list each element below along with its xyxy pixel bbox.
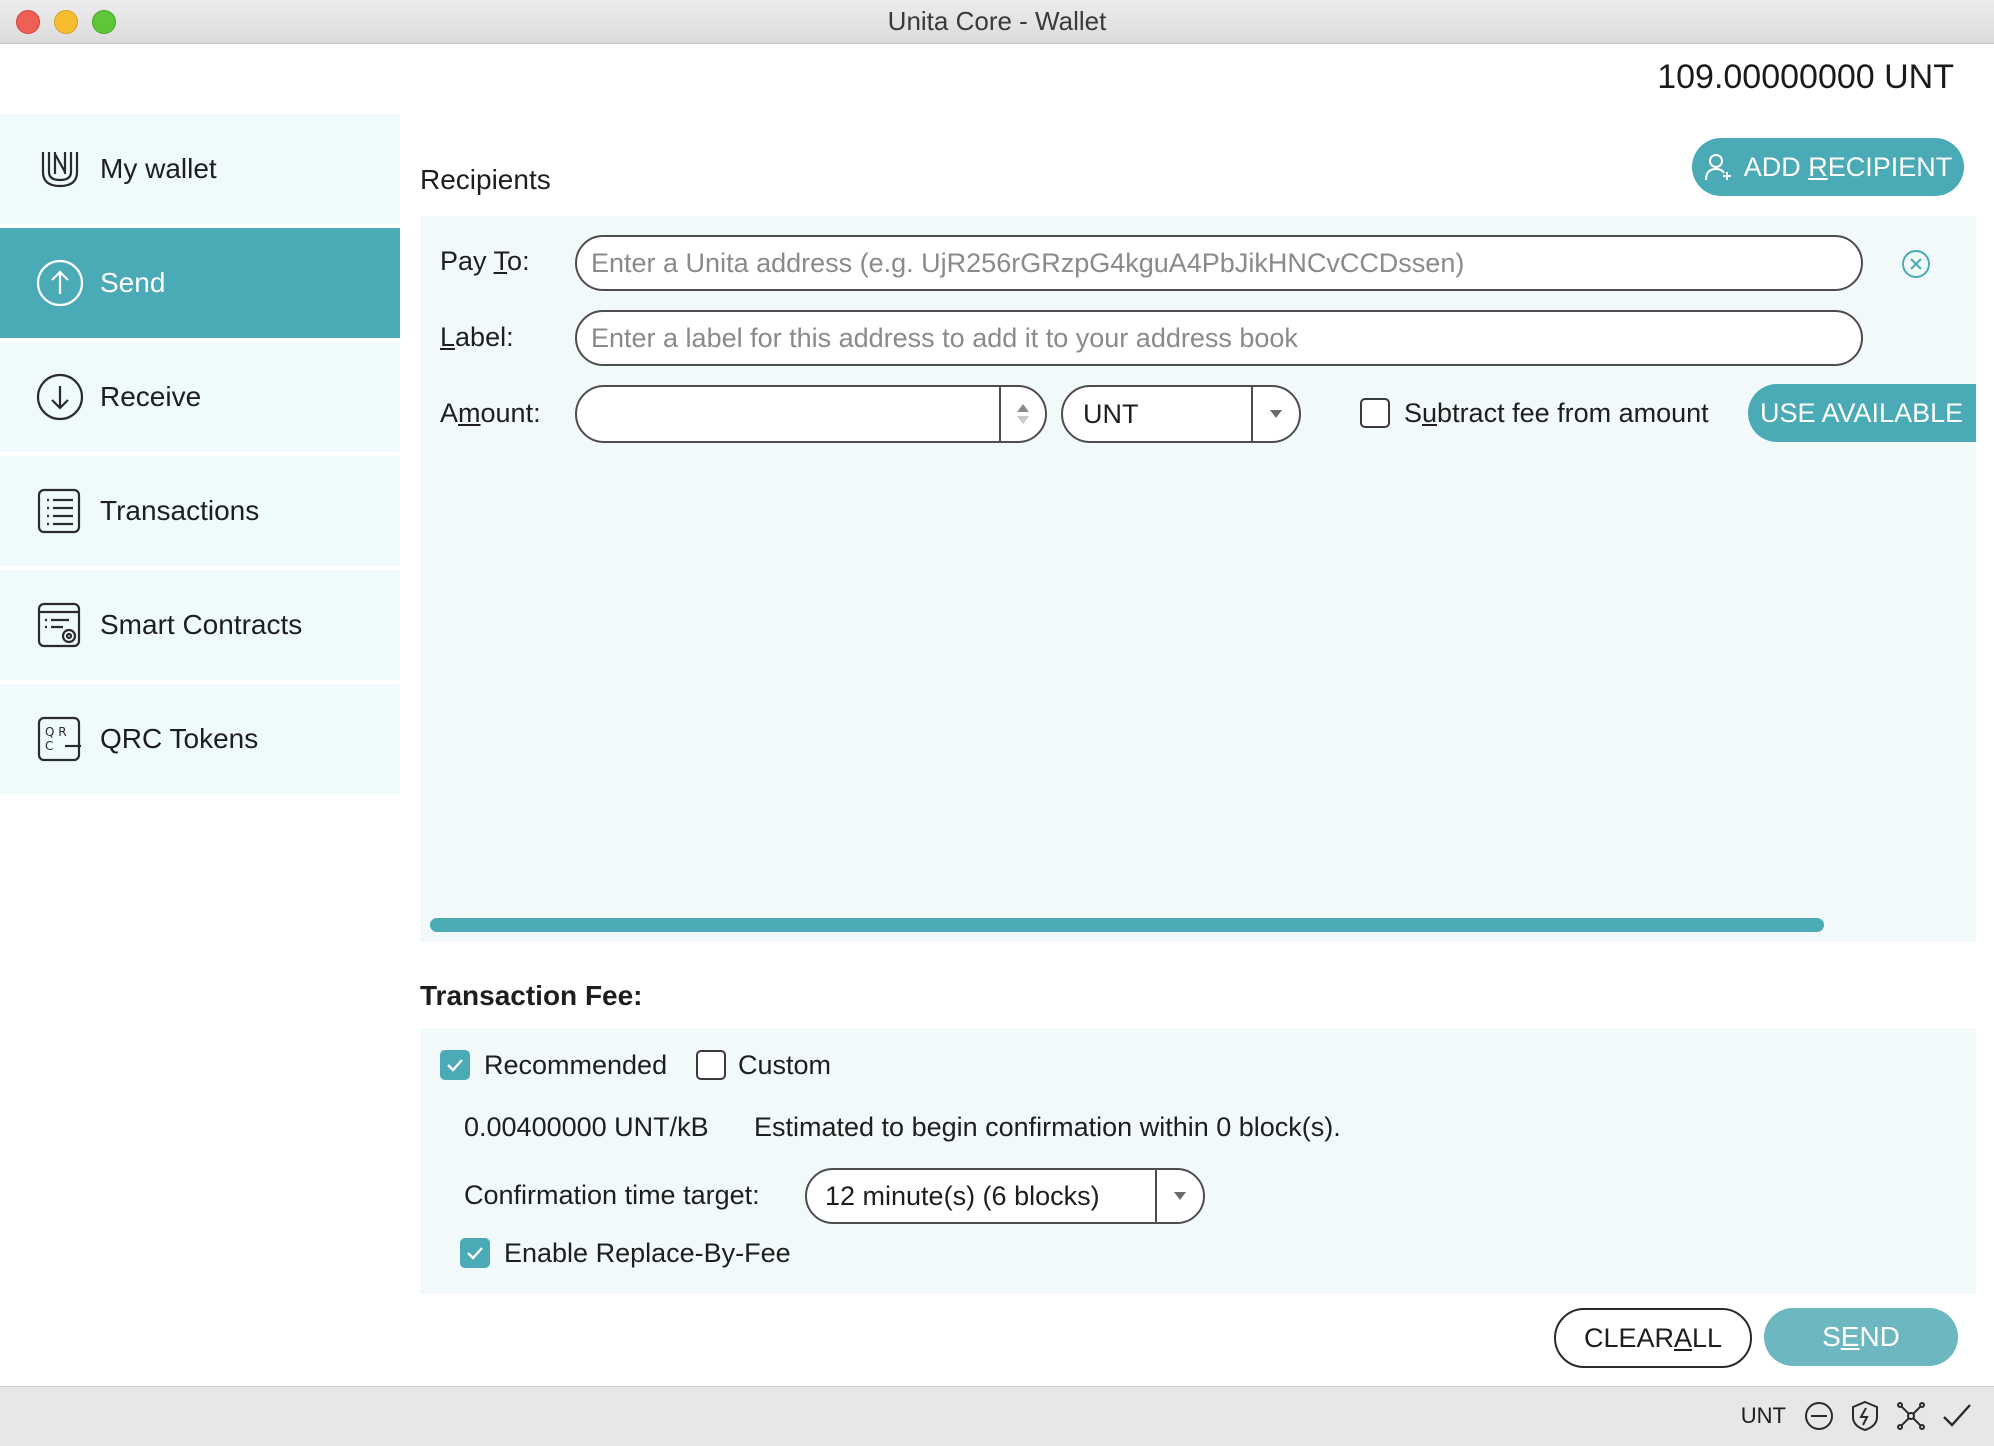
fee-rate: 0.00400000 UNT/kB xyxy=(464,1112,709,1142)
recipient-entry-panel: Pay To: Label: Amount: UNT Subtract fee … xyxy=(420,216,1976,942)
transactions-list-icon xyxy=(34,485,86,537)
status-unit[interactable]: UNT xyxy=(1741,1403,1786,1429)
unit-select-value: UNT xyxy=(1083,398,1139,429)
amount-stepper[interactable] xyxy=(999,387,1045,441)
sidebar-item-label: Smart Contracts xyxy=(100,609,303,640)
sidebar-item-label: Receive xyxy=(100,381,202,412)
qrc-token-icon: Q R C xyxy=(34,713,86,765)
recipients-heading: Recipients xyxy=(420,164,551,195)
confirmation-target-label: Confirmation time target: xyxy=(464,1180,760,1210)
amount-input[interactable] xyxy=(577,387,987,441)
close-circle-icon xyxy=(1902,250,1930,278)
add-user-icon xyxy=(1704,154,1731,181)
transaction-fee-heading: Transaction Fee: xyxy=(420,980,643,1011)
close-window-button[interactable] xyxy=(16,10,40,34)
custom-fee-label: Custom xyxy=(738,1050,832,1080)
sidebar: My wallet Send Receive Transactions Smar… xyxy=(0,114,400,798)
pay-to-label: Pay To: xyxy=(440,246,530,276)
checkmark-icon xyxy=(467,1247,483,1260)
sidebar-item-receive[interactable]: Receive xyxy=(0,342,400,452)
svg-text:Q R: Q R xyxy=(45,725,67,739)
replace-by-fee-checkbox[interactable] xyxy=(460,1238,490,1268)
amount-field xyxy=(575,385,1047,443)
dropdown-arrow-icon xyxy=(1251,387,1299,441)
status-bar: UNT xyxy=(0,1386,1994,1446)
confirmation-target-value: 12 minute(s) (6 blocks) xyxy=(825,1180,1100,1211)
smart-contract-icon xyxy=(34,599,86,651)
subtract-fee-label: Subtract fee from amount xyxy=(1404,398,1709,428)
sidebar-item-my-wallet[interactable]: My wallet xyxy=(0,114,400,224)
increment-arrow-icon[interactable] xyxy=(1017,404,1029,412)
replace-by-fee-label: Enable Replace-By-Fee xyxy=(504,1238,791,1268)
status-icons: UNT xyxy=(1741,1399,1974,1433)
send-button[interactable]: S E ND xyxy=(1764,1308,1958,1366)
pay-to-address-input[interactable] xyxy=(575,235,1863,291)
transaction-fee-panel: Recommended Custom 0.00400000 UNT/kB Est… xyxy=(420,1028,1976,1294)
network-icon[interactable] xyxy=(1894,1399,1928,1433)
minimize-window-button[interactable] xyxy=(54,10,78,34)
custom-fee-checkbox[interactable] xyxy=(696,1050,726,1080)
wallet-window: Unita Core - Wallet 109.00000000 UNT My … xyxy=(0,0,1994,1446)
recommended-fee-checkbox[interactable] xyxy=(440,1050,470,1080)
receive-arrow-icon xyxy=(34,371,86,423)
horizontal-scrollbar[interactable] xyxy=(430,918,1824,932)
maximize-window-button[interactable] xyxy=(92,10,116,34)
staking-status-icon xyxy=(1805,1402,1833,1430)
shield-icon xyxy=(1852,1400,1878,1432)
unit-select[interactable]: UNT xyxy=(1061,385,1301,443)
sidebar-item-label: My wallet xyxy=(100,153,217,184)
subtract-fee-checkbox[interactable] xyxy=(1360,398,1390,428)
use-available-button[interactable]: USE AVAILABLE xyxy=(1748,384,1976,442)
add-recipient-label: ADD RECIPIENT xyxy=(1743,151,1953,182)
label-field-label: Label: xyxy=(440,322,514,352)
decrement-arrow-icon[interactable] xyxy=(1017,416,1029,424)
sidebar-item-qrc-tokens[interactable]: Q R C QRC Tokens xyxy=(0,684,400,794)
sidebar-item-send[interactable]: Send xyxy=(0,228,400,338)
sidebar-item-label: Send xyxy=(100,267,166,298)
fee-estimate: Estimated to begin confirmation within 0… xyxy=(754,1112,1341,1142)
title-bar: Unita Core - Wallet xyxy=(0,0,1994,44)
sidebar-item-label: QRC Tokens xyxy=(100,723,259,754)
window-title: Unita Core - Wallet xyxy=(887,6,1107,36)
remove-recipient-button[interactable] xyxy=(1900,248,1932,280)
recommended-fee-label: Recommended xyxy=(484,1050,668,1080)
amount-label: Amount: xyxy=(440,398,541,428)
wallet-icon xyxy=(34,143,86,195)
sidebar-item-smart-contracts[interactable]: Smart Contracts xyxy=(0,570,400,680)
clear-all-button[interactable]: CLEAR A LL xyxy=(1554,1308,1752,1368)
address-label-input[interactable] xyxy=(575,310,1863,366)
window-controls xyxy=(16,10,116,34)
sidebar-item-label: Transactions xyxy=(100,495,260,526)
send-arrow-icon xyxy=(34,257,86,309)
sync-checkmark-icon xyxy=(1943,1404,1971,1427)
wallet-balance: 109.00000000 UNT xyxy=(1657,58,1954,96)
add-recipient-button[interactable]: ADD RECIPIENT xyxy=(1692,138,1964,196)
dropdown-arrow-icon xyxy=(1155,1169,1203,1223)
checkmark-icon xyxy=(447,1059,463,1072)
sidebar-item-transactions[interactable]: Transactions xyxy=(0,456,400,566)
svg-text:C: C xyxy=(45,739,53,753)
confirmation-target-select[interactable]: 12 minute(s) (6 blocks) xyxy=(805,1168,1205,1224)
